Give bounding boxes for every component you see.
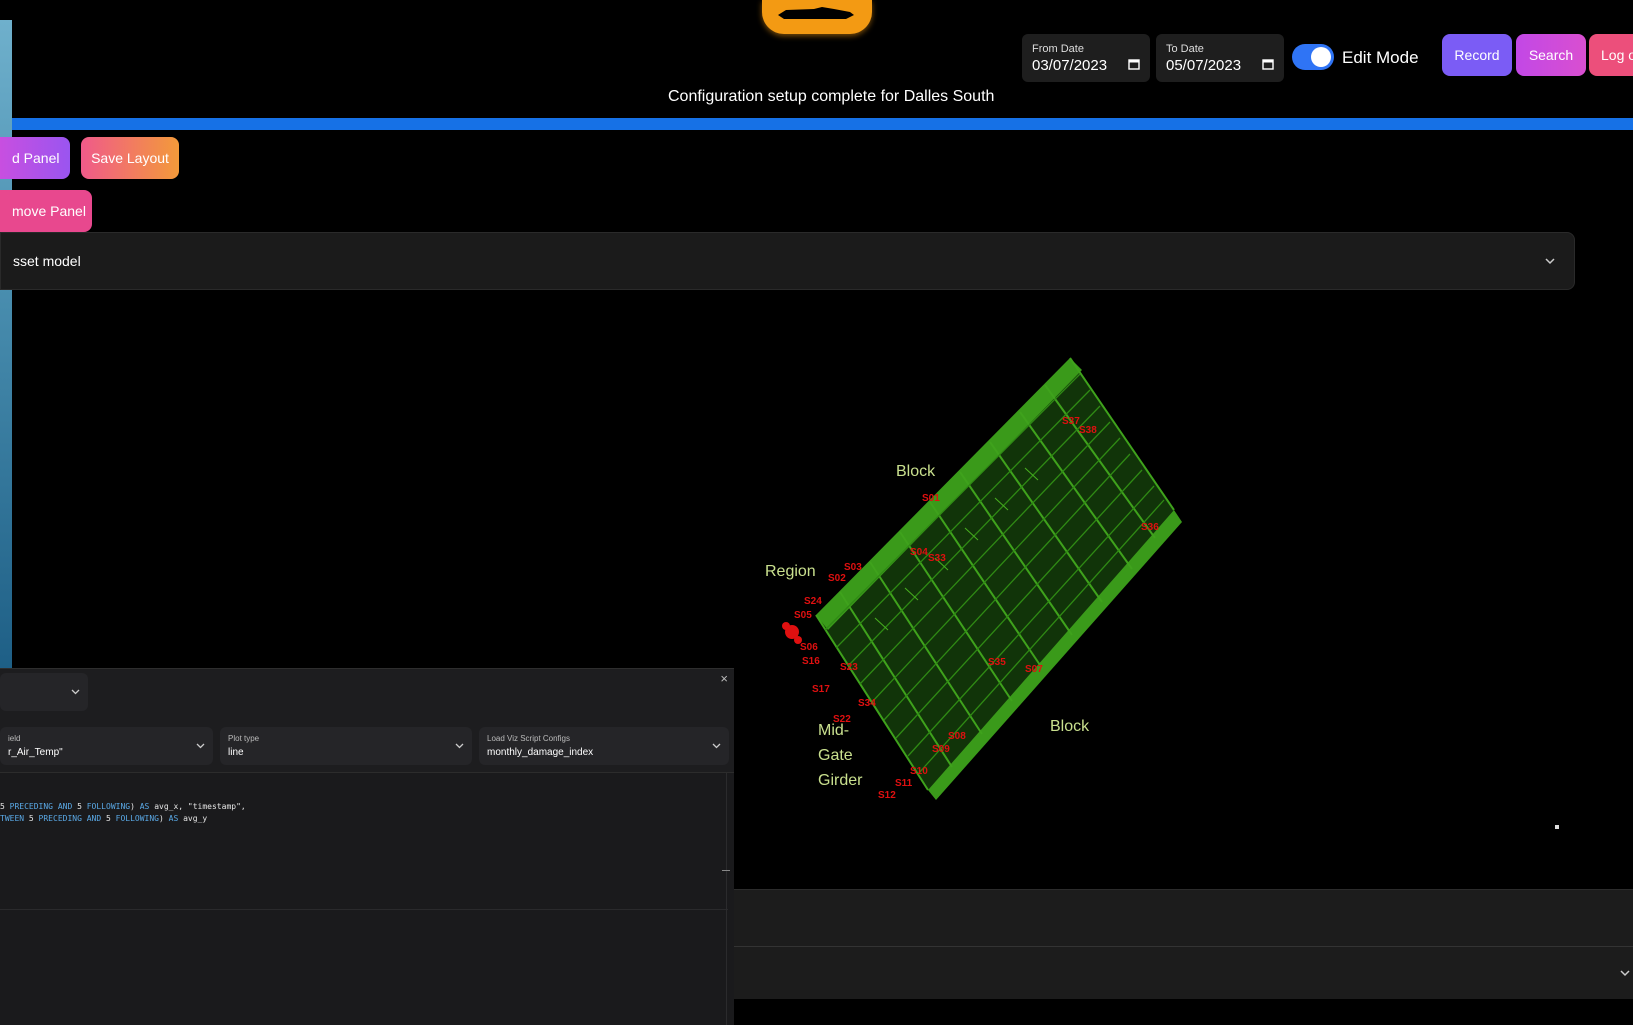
load-viz-label: Load Viz Script Configs [487,734,571,743]
sensor-label[interactable]: S04 [910,547,928,558]
sensor-cluster [782,622,802,644]
accordion-title: sset model [13,253,81,269]
edit-mode-toggle[interactable] [1292,44,1334,70]
plot-type-label: Plot type [228,734,260,743]
sensor-label[interactable]: S06 [800,642,818,653]
edit-mode-label: Edit Mode [1342,48,1419,67]
field-select-label: ield [8,734,21,743]
save-layout-button[interactable]: Save Layout [81,137,179,179]
from-date-field[interactable]: From Date 03/07/2023 [1022,34,1150,82]
label-line: Mid- [818,722,850,739]
sensor-label[interactable]: S01 [922,493,940,504]
panel-dropdown[interactable] [0,673,88,711]
label-line: Gate [818,747,853,764]
code-line: TWEEN 5 PRECEDING AND 5 FOLLOWING) AS av… [0,814,208,823]
logout-button[interactable]: Log o [1589,34,1633,76]
sensor-label[interactable]: S12 [878,790,896,801]
app-logo[interactable] [762,0,872,34]
calendar-icon[interactable] [1128,58,1140,70]
toggle-knob [1311,47,1331,67]
block-top-label: Block [896,463,936,480]
boat-logo-icon [778,7,854,19]
girder-structure [815,357,1182,800]
code-line: 5 PRECEDING AND 5 FOLLOWING) AS avg_x, "… [0,802,246,811]
from-date-value[interactable]: 03/07/2023 [1032,57,1107,74]
collapsed-section-dropdown[interactable] [734,946,1633,999]
sensor-label[interactable]: S38 [1079,425,1097,436]
sensor-label[interactable]: S34 [858,698,876,709]
sensor-label[interactable]: S05 [794,610,812,621]
sensor-label[interactable]: S03 [844,562,862,573]
resize-handle[interactable] [1555,825,1559,829]
search-button[interactable]: Search [1516,34,1586,76]
sensor-label[interactable]: S02 [828,573,846,584]
viz-config-panel: × ield r_Air_Temp" Plot type line Load V… [0,668,734,1025]
plot-type-select[interactable]: Plot type line [220,727,472,765]
chevron-down-icon[interactable] [1619,967,1631,979]
sensor-label[interactable]: S24 [804,596,822,607]
chevron-down-icon[interactable] [71,687,80,696]
sensor-label[interactable]: S23 [840,662,858,673]
label-line: Girder [818,772,863,789]
record-button[interactable]: Record [1442,34,1512,76]
region-label: Region [765,563,816,580]
close-icon[interactable]: × [720,671,728,686]
mid-gate-girder-label: Mid- Gate Girder [818,718,862,793]
sensor-label[interactable]: S16 [802,656,820,667]
sensor-label[interactable]: S11 [895,778,913,789]
sensor-label[interactable]: S35 [988,657,1006,668]
sensor-label[interactable]: S10 [910,766,928,777]
collapsed-section[interactable] [734,889,1633,946]
editor-scrollbar[interactable] [726,773,727,1025]
asset-model-accordion[interactable]: sset model [0,232,1575,290]
status-message: Configuration setup complete for Dalles … [668,88,995,105]
sensor-label[interactable]: S09 [932,744,950,755]
to-date-value[interactable]: 05/07/2023 [1166,57,1241,74]
left-sidebar-strip [0,20,12,668]
calendar-icon[interactable] [1262,58,1274,70]
from-date-label: From Date [1032,43,1084,55]
sensor-label[interactable]: S17 [812,684,830,695]
sensor-label[interactable]: S36 [1141,522,1159,533]
code-editor[interactable]: 5 PRECEDING AND 5 FOLLOWING) AS avg_x, "… [0,772,734,1025]
scrollbar-thumb[interactable] [722,870,730,871]
chevron-down-icon[interactable] [1544,255,1556,267]
to-date-field[interactable]: To Date 05/07/2023 [1156,34,1284,82]
sensor-label[interactable]: S37 [1062,416,1080,427]
editor-divider [0,909,728,910]
load-viz-value: monthly_damage_index [487,747,594,758]
plot-type-value: line [228,747,244,758]
sensor-label[interactable]: S08 [948,731,966,742]
sensor-label[interactable]: S07 [1025,664,1043,675]
field-select[interactable]: ield r_Air_Temp" [0,727,213,765]
chevron-down-icon[interactable] [712,741,721,750]
sensor-label[interactable]: S33 [928,553,946,564]
remove-panel-button[interactable]: move Panel [0,190,92,232]
load-viz-config-select[interactable]: Load Viz Script Configs monthly_damage_i… [479,727,729,765]
to-date-label: To Date [1166,43,1204,55]
chevron-down-icon[interactable] [455,741,464,750]
chevron-down-icon[interactable] [196,741,205,750]
block-right-label: Block [1050,718,1090,735]
progress-bar [12,118,1633,130]
add-panel-button[interactable]: d Panel [0,137,70,179]
field-select-value: r_Air_Temp" [8,747,63,758]
